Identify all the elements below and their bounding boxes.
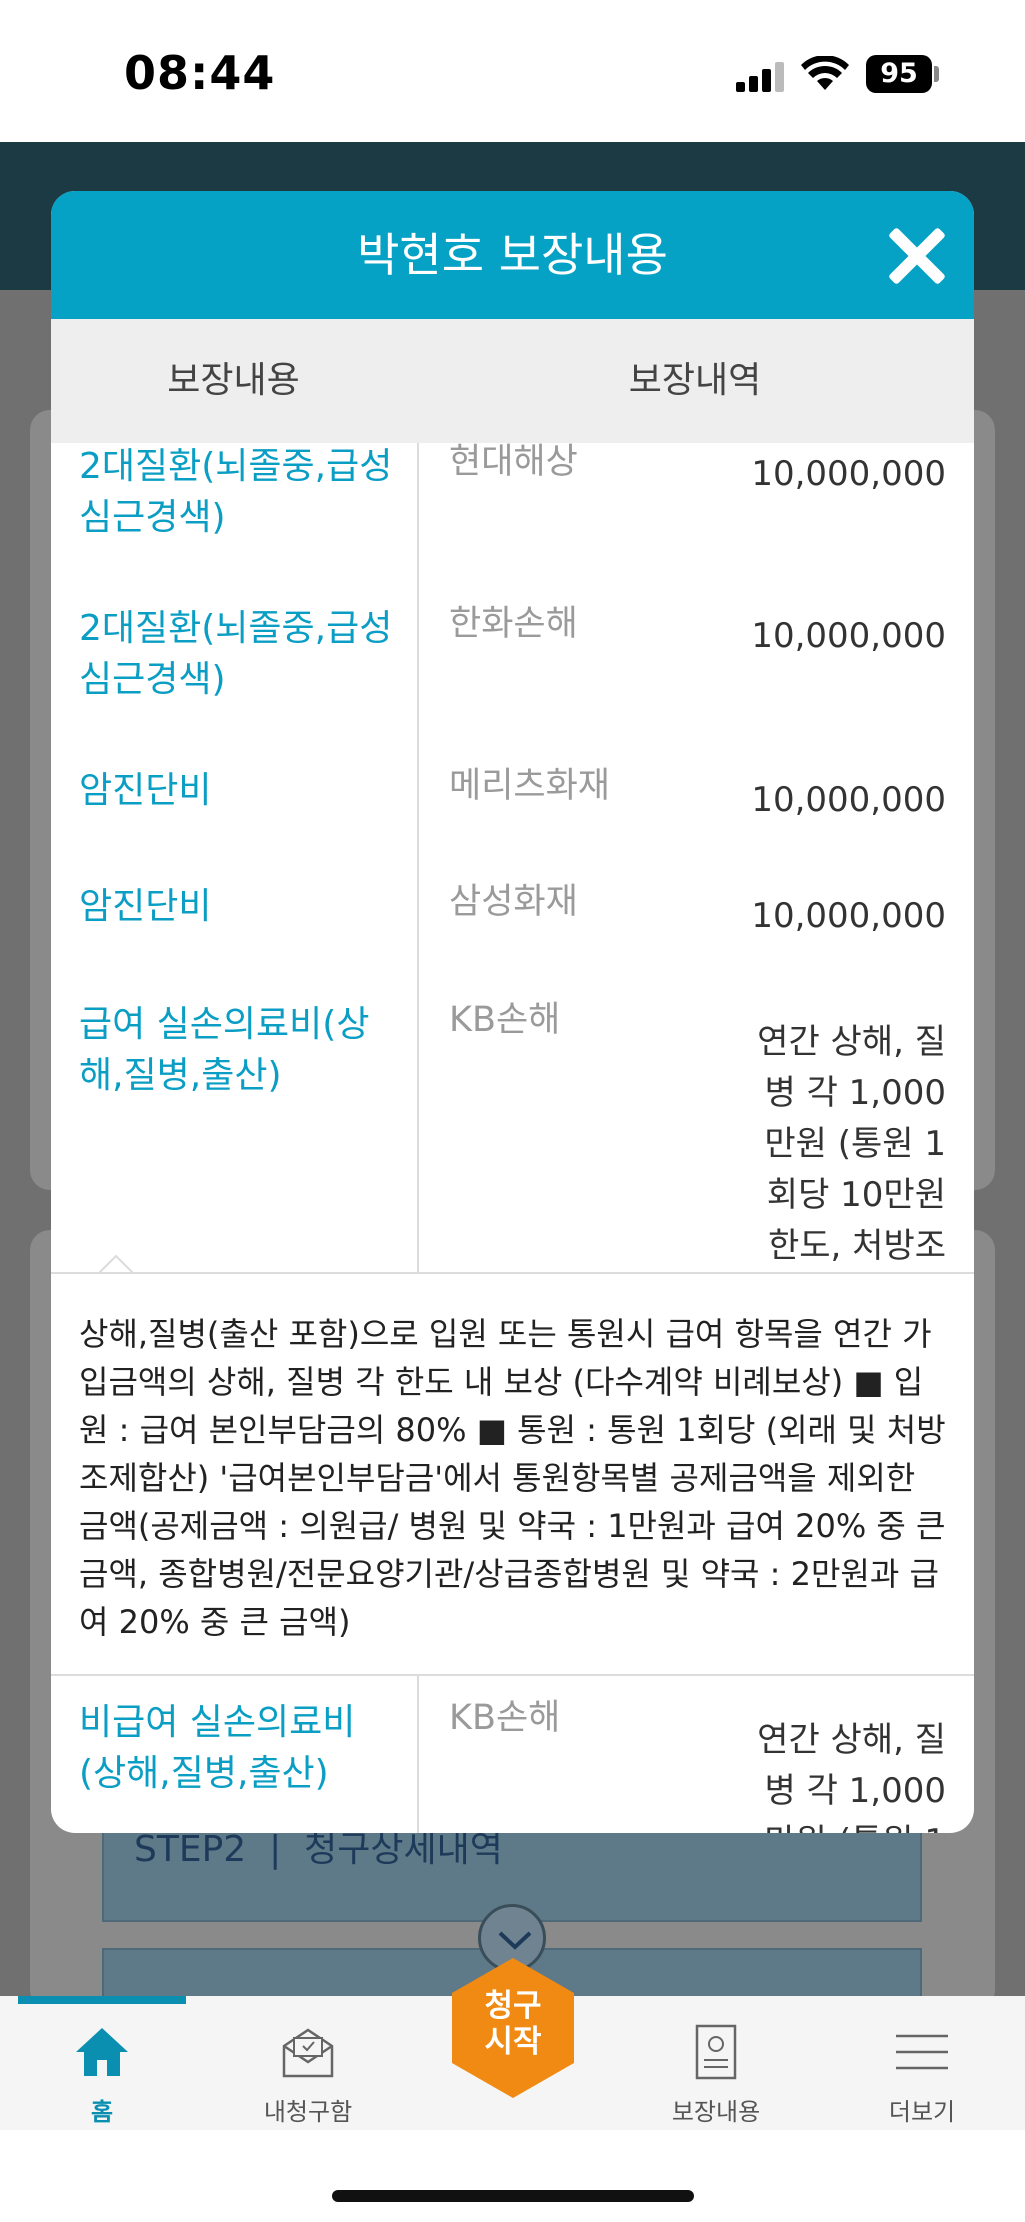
modal-header: 박현호 보장내용 — [51, 191, 974, 319]
battery-icon: 95 — [866, 55, 932, 93]
coverage-amount: 10,000,000 — [751, 780, 946, 820]
coverage-detail-panel: 상해,질병(출산 포함)으로 입원 또는 통원시 급여 항목을 연간 가입금액의… — [51, 1272, 974, 1676]
close-icon[interactable] — [885, 225, 947, 287]
table-header: 보장내용 보장내역 — [51, 319, 974, 443]
column-header-coverage: 보장내용 — [167, 360, 300, 401]
coverage-amount: 10,000,000 — [751, 454, 946, 494]
home-icon — [76, 2028, 128, 2076]
active-tab-indicator — [18, 1996, 186, 2004]
tab-more[interactable]: 더보기 — [847, 2010, 997, 2128]
wifi-icon — [801, 56, 849, 90]
tab-home[interactable]: 홈 — [27, 2010, 177, 2128]
tab-label: 보장내용 — [671, 2098, 761, 2126]
column-divider — [417, 443, 419, 1272]
insurer-name: 현대해상 — [449, 443, 578, 482]
coverage-name: 2대질환(뇌졸중,급성심근경색) — [79, 446, 393, 538]
insurer-name: KB손해 — [449, 1000, 561, 1040]
claim-start-label: 청구 시작 — [484, 1988, 542, 2060]
insurer-name: 한화손해 — [449, 604, 578, 644]
coverage-name: 급여 실손의료비(상해,질병,출산) — [79, 1004, 370, 1096]
column-divider — [417, 1676, 419, 1833]
status-bar: 08:44 95 — [0, 0, 1025, 142]
cellular-signal-icon — [736, 62, 786, 92]
status-time: 08:44 — [124, 46, 276, 100]
modal-title: 박현호 보장내용 — [357, 228, 668, 282]
coverage-name: 암진단비 — [79, 886, 212, 927]
tab-label: 더보기 — [888, 2098, 956, 2126]
inbox-icon — [282, 2028, 334, 2078]
menu-icon — [896, 2034, 948, 2070]
insurer-name: 메리츠화재 — [449, 766, 611, 806]
battery-tip — [934, 66, 939, 82]
coverage-amount: 10,000,000 — [751, 616, 946, 656]
coverage-name: 암진단비 — [79, 770, 212, 811]
insurer-name: 삼성화재 — [449, 882, 578, 922]
home-indicator — [332, 2190, 694, 2202]
tab-label: 홈 — [90, 2098, 114, 2126]
tab-label: 내청구함 — [263, 2098, 353, 2126]
tab-my-claims[interactable]: 내청구함 — [233, 2010, 383, 2128]
coverage-detail-text: 상해,질병(출산 포함)으로 입원 또는 통원시 급여 항목을 연간 가입금액의… — [79, 1315, 946, 1641]
coverage-list[interactable]: 2대질환(뇌졸중,급성심근경색) 현대해상 10,000,000 2대질환(뇌졸… — [51, 443, 974, 1833]
tab-coverage[interactable]: 보장내용 — [641, 2010, 791, 2128]
coverage-amount: 10,000,000 — [751, 896, 946, 936]
column-header-details: 보장내역 — [628, 360, 762, 401]
coverage-name: 비급여 실손의료비(상해,질병,출산) — [79, 1702, 356, 1794]
insurer-name: KB손해 — [449, 1698, 561, 1738]
coverage-name: 2대질환(뇌졸중,급성심근경색) — [79, 608, 393, 700]
coverage-modal: 박현호 보장내용 보장내용 보장내역 2대질환(뇌졸중,급성심근경색) 현대해상… — [51, 191, 974, 1833]
coverage-amount: 연간 상해, 질병 각 1,000만원 (통원 1회당 — [757, 1720, 946, 1833]
certificate-icon — [695, 2024, 737, 2080]
